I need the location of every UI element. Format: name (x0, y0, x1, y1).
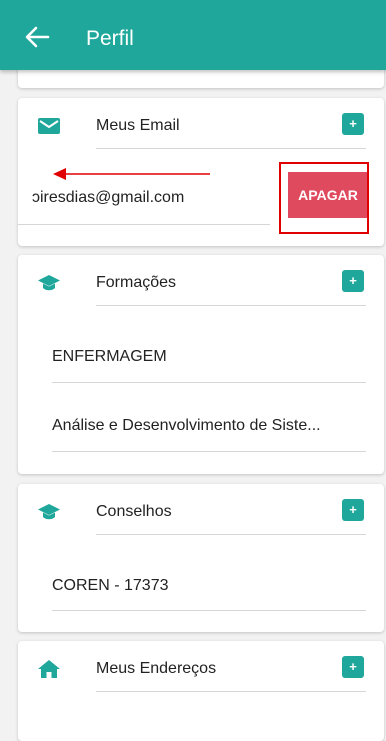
divider (96, 534, 366, 535)
graduation-cap-icon (37, 273, 61, 293)
formacoes-card: Formações + ENFERMAGEM Análise e Desenvo… (18, 255, 384, 474)
add-endereco-button[interactable]: + (342, 656, 364, 678)
add-conselho-button[interactable]: + (342, 499, 364, 521)
conselho-item[interactable]: COREN - 17373 (52, 576, 169, 596)
formacao-item[interactable]: Análise e Desenvolvimento de Siste... (52, 416, 321, 436)
conselhos-card: Conselhos + COREN - 17373 (18, 484, 384, 632)
conselhos-title: Conselhos (96, 503, 172, 520)
emails-title: Meus Email (96, 117, 180, 134)
formacoes-title: Formações (96, 274, 177, 291)
emails-card: Meus Email + ɔiresdias@gmail.com APAGAR (18, 98, 384, 246)
divider (52, 610, 366, 611)
formacao-item[interactable]: ENFERMAGEM (52, 347, 167, 367)
back-button[interactable] (24, 26, 50, 48)
divider (96, 691, 366, 692)
divider (52, 382, 366, 383)
home-icon (37, 659, 61, 679)
add-formacao-button[interactable]: + (342, 270, 364, 292)
divider (52, 451, 366, 452)
enderecos-title: Meus Endereços (96, 660, 217, 677)
app-bar: Perfil (0, 0, 386, 70)
graduation-cap-icon (37, 502, 61, 522)
arrow-left-icon (25, 26, 50, 48)
page-title: Perfil (86, 27, 134, 50)
envelope-icon (37, 116, 61, 136)
divider (96, 148, 366, 149)
divider (18, 224, 270, 225)
swipe-left-arrow-icon (53, 168, 210, 180)
enderecos-card: Meus Endereços + (18, 641, 384, 741)
add-email-button[interactable]: + (342, 113, 364, 135)
email-item[interactable]: ɔiresdias@gmail.com (32, 188, 184, 208)
delete-email-button[interactable]: APAGAR (288, 172, 368, 218)
divider (96, 305, 366, 306)
